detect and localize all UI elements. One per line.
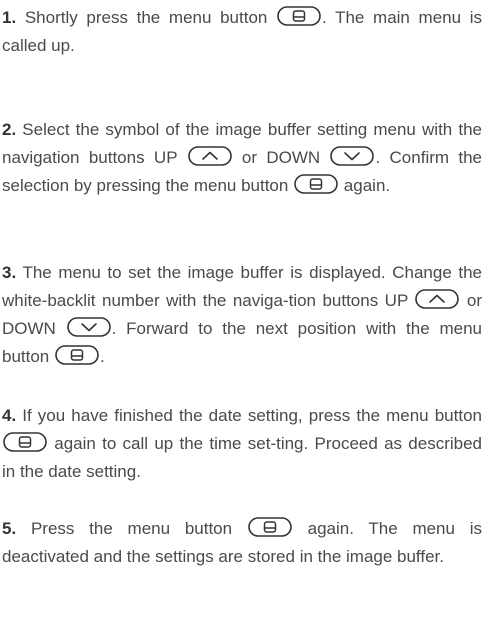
- step-text: Shortly press the menu button: [16, 8, 277, 27]
- down-button-icon: [330, 146, 375, 166]
- step-2: 2. Select the symbol of the image buffer…: [2, 116, 482, 200]
- step-number: 4.: [2, 406, 17, 425]
- step-number: 3.: [2, 263, 17, 282]
- step-3: 3. The menu to set the image buffer is d…: [2, 259, 482, 371]
- menu-button-icon: [277, 6, 321, 26]
- menu-button-icon: [3, 432, 47, 452]
- down-button-icon: [66, 317, 111, 337]
- step-number: 2.: [2, 120, 17, 139]
- step-text: again to call up the time set-ting. Proc…: [2, 434, 482, 481]
- up-button-icon: [415, 289, 460, 309]
- step-text: or DOWN: [232, 148, 330, 167]
- step-text: If you have finished the date setting, p…: [16, 406, 482, 425]
- step-text: The menu to set the image buffer is disp…: [2, 263, 482, 310]
- up-button-icon: [187, 146, 232, 166]
- step-number: 5.: [2, 519, 17, 538]
- menu-button-icon: [248, 517, 292, 537]
- step-text: again.: [339, 176, 391, 195]
- menu-button-icon: [294, 174, 338, 194]
- step-text: Press the menu button: [16, 519, 247, 538]
- step-text: .: [100, 347, 105, 366]
- step-number: 1.: [2, 8, 17, 27]
- step-1: 1. Shortly press the menu button . The m…: [2, 4, 482, 60]
- step-4: 4. If you have finished the date setting…: [2, 402, 482, 486]
- step-5: 5. Press the menu button again. The menu…: [2, 515, 482, 571]
- instruction-page: 1. Shortly press the menu button . The m…: [0, 0, 484, 641]
- menu-button-icon: [55, 345, 99, 365]
